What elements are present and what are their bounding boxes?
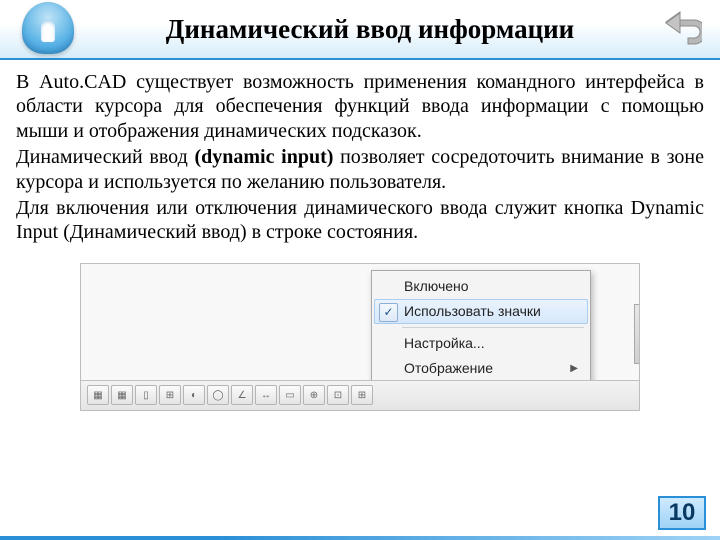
- back-icon[interactable]: [658, 10, 702, 50]
- context-menu: Включено ✓ Использовать значки Настройка…: [371, 270, 591, 385]
- statusbar-button[interactable]: ▦: [111, 385, 133, 405]
- menu-item-enabled[interactable]: Включено: [374, 274, 588, 299]
- paragraph-2: Динамический ввод (dynamic input) позвол…: [16, 145, 704, 194]
- menu-label: Отображение: [404, 360, 493, 376]
- embedded-screenshot: Включено ✓ Использовать значки Настройка…: [80, 263, 640, 411]
- paragraph-3: Для включения или отключения динамическо…: [16, 196, 704, 245]
- statusbar-button[interactable]: ▦: [87, 385, 109, 405]
- menu-item-settings[interactable]: Настройка...: [374, 331, 588, 356]
- check-icon: ✓: [379, 303, 398, 322]
- page-number: 10: [658, 496, 706, 530]
- statusbar-button[interactable]: ⊞: [159, 385, 181, 405]
- statusbar-button[interactable]: ◐: [183, 385, 205, 405]
- paragraph-1: В Auto.CAD существует возможность примен…: [16, 70, 704, 143]
- menu-label: Использовать значки: [404, 303, 541, 319]
- panel-handle-icon: [634, 304, 640, 364]
- slide-title: Динамический ввод информации: [90, 14, 720, 45]
- statusbar-button[interactable]: ⊡: [327, 385, 349, 405]
- submenu-arrow-icon: ▶: [570, 363, 578, 374]
- menu-label: Включено: [404, 278, 469, 294]
- statusbar-button[interactable]: ∠: [231, 385, 253, 405]
- footer-accent: [0, 536, 720, 540]
- statusbar-button[interactable]: ◯: [207, 385, 229, 405]
- menu-item-display[interactable]: Отображение ▶: [374, 356, 588, 381]
- body-text: В Auto.CAD существует возможность примен…: [0, 60, 720, 255]
- statusbar-button[interactable]: ⊞: [351, 385, 373, 405]
- statusbar-button[interactable]: ↔: [255, 385, 277, 405]
- slide-header: Динамический ввод информации: [0, 0, 720, 60]
- app-logo-icon: [22, 2, 74, 54]
- menu-label: Настройка...: [404, 335, 485, 351]
- status-bar: ▦ ▦ ▯ ⊞ ◐ ◯ ∠ ↔ ▭ ⊕ ⊡ ⊞: [81, 380, 639, 410]
- statusbar-button[interactable]: ▭: [279, 385, 301, 405]
- statusbar-button[interactable]: ⊕: [303, 385, 325, 405]
- menu-item-use-icons[interactable]: ✓ Использовать значки: [374, 299, 588, 324]
- statusbar-button[interactable]: ▯: [135, 385, 157, 405]
- menu-separator: [402, 327, 584, 328]
